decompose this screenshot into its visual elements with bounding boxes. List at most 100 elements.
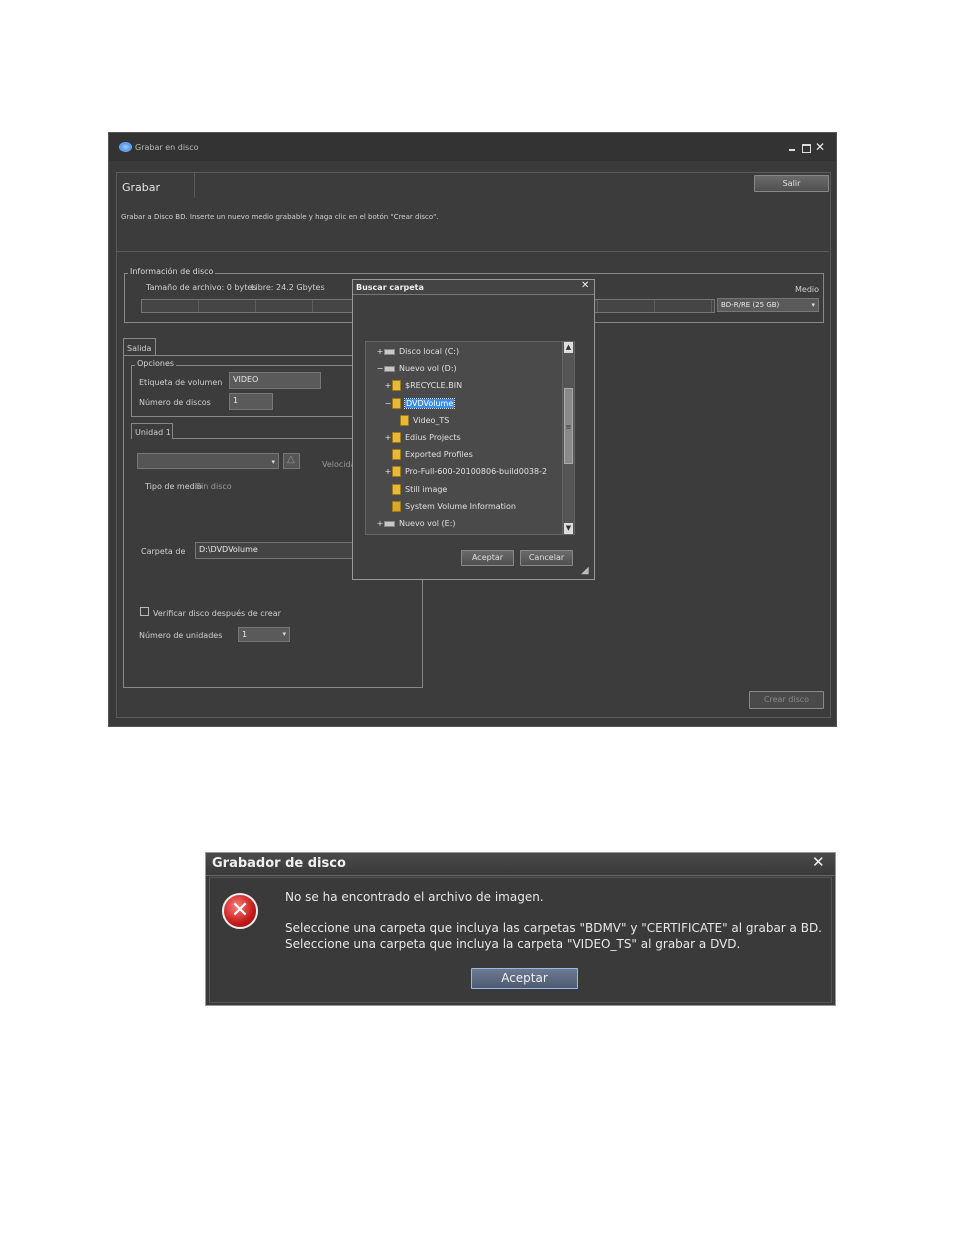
tree-item[interactable]: Still image [366,481,447,498]
tree-item-label: Still image [405,484,448,494]
app-disc-icon [119,142,132,152]
tree-item-label: System Volume Information [405,501,516,511]
tree-item[interactable]: System Volume Information [366,498,516,515]
tree-item[interactable]: + Nuevo vol (E:) [366,515,456,532]
folder-icon [392,483,401,495]
drive-icon [384,520,395,527]
tree-item[interactable]: + $RECYCLE.BIN [366,377,462,394]
tree-item[interactable]: − DVDVolume [366,395,456,412]
units-select-value: 1 [242,630,248,639]
tab-output-label: Salida [127,344,152,353]
volume-input-value: VIDEO [233,375,259,384]
error-message-3: Seleccione una carpeta que incluya la ca… [285,937,741,951]
folder-icon [392,397,401,409]
scroll-down-icon[interactable]: ▼ [564,523,573,534]
collapse-icon[interactable]: − [384,395,392,412]
tree-item-label: Exported Profiles [405,450,473,460]
divider [117,251,829,252]
folder-tree[interactable]: + Disco local (C:) − Nuevo vol (D:) + $RECYCL… [365,341,575,535]
tree-item[interactable]: − Nuevo vol (D:) [366,360,457,377]
dialog-ok-button[interactable]: Aceptar [461,550,514,566]
tree-item-label: Video_TS [413,415,450,425]
collapse-icon[interactable]: − [376,360,384,377]
chevron-down-icon: ▾ [811,301,815,309]
tab-output[interactable]: Salida [123,338,156,356]
chevron-down-icon: ▾ [271,458,275,466]
disc-count-input[interactable]: 1 [229,393,273,410]
error-message-2: Seleccione una carpeta que incluya las c… [285,921,822,935]
folder-icon [392,449,401,461]
units-select[interactable]: 1 ▾ [238,627,290,642]
volume-label: Etiqueta de volumen [139,378,223,387]
verify-checkbox[interactable] [140,607,149,616]
window-title: Grabar en disco [135,143,199,152]
tree-item-label: Pro-Full-600-20100806-build0038-2 [405,467,548,477]
tree-item-label: DVDVolume [403,397,456,409]
tab-drive-1[interactable]: Unidad 1 [131,423,173,439]
tree-item[interactable]: + Edius Projects [366,429,461,446]
units-label: Número de unidades [139,631,223,640]
folder-lock-icon [392,500,401,512]
disc-count-label: Número de discos [139,398,211,407]
error-dialog: Grabador de disco ✕ ✕ No se ha encontrad… [205,852,836,1006]
folder-icon [392,380,401,392]
folder-input[interactable]: D:\DVDVolume [195,542,355,559]
dialog-title: Buscar carpeta [356,283,424,292]
exit-button[interactable]: Salir [754,175,829,192]
close-icon[interactable]: ✕ [812,853,825,871]
error-titlebar: Grabador de disco ✕ [206,853,835,876]
folder-label: Carpeta de [141,547,186,556]
error-message-1: No se ha encontrado el archivo de imagen… [285,890,544,904]
tree-item-label: Disco local (C:) [399,347,460,356]
scroll-thumb[interactable]: ≡ [564,388,573,464]
drive-select[interactable]: ▾ [137,453,279,469]
free-space-text: Libre: 24.2 Gbytes [251,283,325,292]
verify-label: Verificar disco después de crear [153,609,281,618]
expand-icon[interactable]: + [384,377,392,394]
disc-count-value: 1 [233,396,239,405]
media-type-label: Tipo de medio [145,482,202,491]
tab-burn-label: Grabar [122,181,161,194]
file-size-text: Tamaño de archivo: 0 bytes [146,283,257,292]
expand-icon[interactable]: + [384,429,392,446]
expand-icon[interactable]: + [376,343,384,360]
volume-input[interactable]: VIDEO [229,372,321,389]
tree-item[interactable]: Video_TS [366,412,449,429]
maximize-icon[interactable] [802,144,811,153]
error-ok-button[interactable]: Aceptar [471,968,578,989]
folder-icon [392,432,401,443]
close-icon[interactable]: ✕ [815,140,825,154]
tab-drive-label: Unidad 1 [135,428,171,437]
dialog-cancel-button[interactable]: Cancelar [520,550,573,566]
eject-icon: △ [287,454,295,465]
browse-folder-dialog: Buscar carpeta ✕ + Disco local (C:) − Nuevo… [352,279,595,580]
tree-item-label: Edius Projects [405,433,461,442]
folder-icon [400,414,409,426]
tree-item-label: $RECYCLE.BIN [405,381,463,391]
tree-item[interactable]: Exported Profiles [366,446,473,463]
expand-icon[interactable]: + [376,515,384,532]
expand-icon[interactable]: + [384,463,392,480]
chevron-down-icon: ▾ [282,630,286,638]
tree-item-label: Nuevo vol (E:) [399,519,456,528]
medium-select-value: BD-R/RE (25 GB) [721,301,780,309]
disc-info-legend: Información de disco [128,267,216,276]
scroll-up-icon[interactable]: ▲ [564,342,573,353]
instruction-text: Grabar a Disco BD. Inserte un nuevo medi… [121,213,439,221]
eject-button[interactable]: △ [283,453,300,469]
folder-input-value: D:\DVDVolume [199,545,258,554]
tree-item[interactable]: + Pro-Full-600-20100806-build0038-2 [366,463,547,480]
folder-icon [392,466,401,478]
tab-burn[interactable]: Grabar [116,172,195,198]
close-icon[interactable]: ✕ [581,280,589,291]
media-type-value: Sin disco [196,482,232,491]
medium-label: Medio [795,285,820,294]
tree-scrollbar[interactable]: ▲ ≡ ▼ [562,342,574,534]
medium-select[interactable]: BD-R/RE (25 GB) ▾ [717,298,819,312]
minimize-icon[interactable] [789,149,795,151]
create-disc-button[interactable]: Crear disco [749,691,824,709]
dialog-titlebar: Buscar carpeta ✕ [353,280,594,295]
options-legend: Opciones [135,359,177,368]
tree-item[interactable]: + Disco local (C:) [366,343,459,360]
resize-grip-icon[interactable]: ◢ [581,565,589,576]
